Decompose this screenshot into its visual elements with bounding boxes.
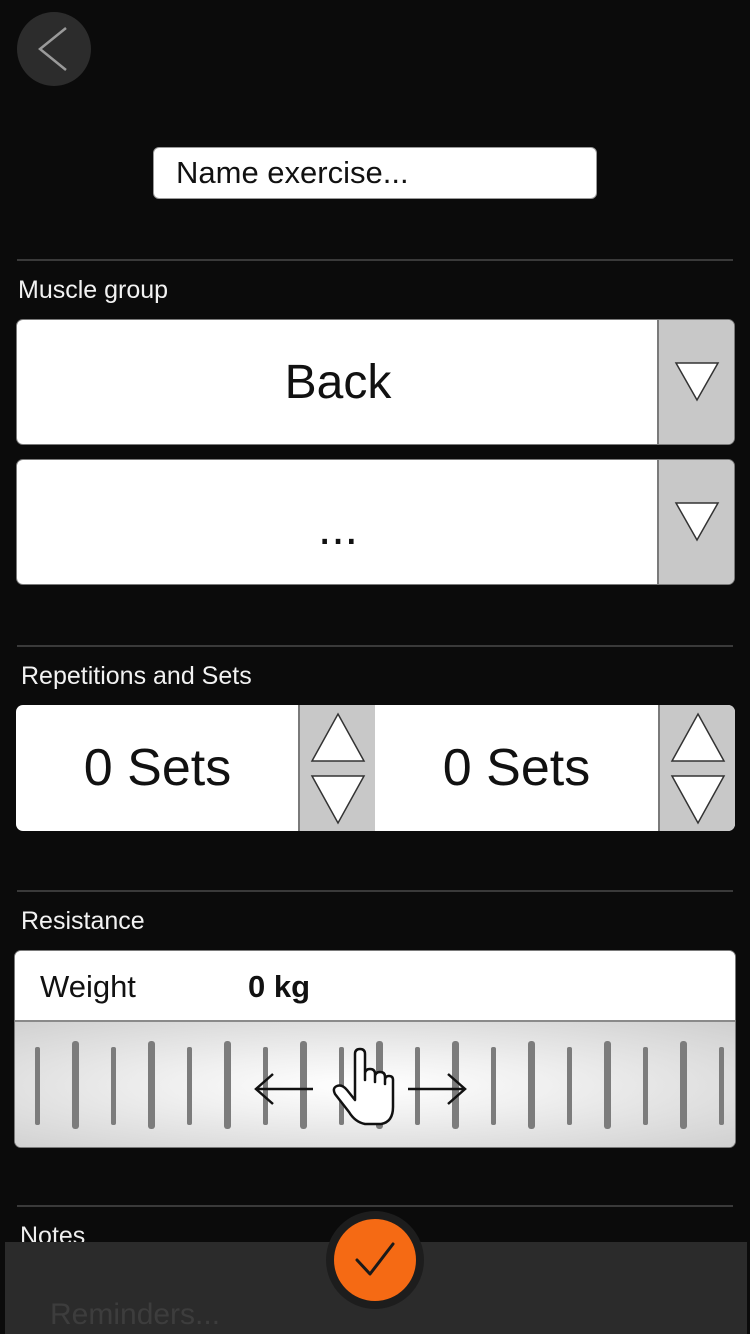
sub-muscle-dropdown[interactable]: ...: [16, 459, 735, 585]
back-button[interactable]: [17, 12, 91, 86]
muscle-group-label: Muscle group: [18, 276, 169, 304]
muscle-group-dropdown[interactable]: Back: [16, 319, 735, 445]
sets-right-decrement[interactable]: [660, 768, 735, 831]
triangle-down-icon: [310, 774, 365, 825]
triangle-down-icon: [674, 362, 719, 402]
checkmark-icon: [355, 1242, 395, 1276]
sets-left-arrows: [298, 705, 375, 831]
triangle-down-icon: [670, 774, 725, 825]
sub-muscle-value: ...: [317, 501, 358, 555]
triangle-down-icon: [674, 502, 719, 542]
reps-sets-label: Repetitions and Sets: [21, 662, 252, 690]
sets-right-value: 0 Sets: [442, 739, 591, 797]
confirm-button[interactable]: [334, 1219, 416, 1301]
sub-muscle-dropdown-toggle[interactable]: [657, 460, 734, 584]
divider: [17, 1205, 733, 1207]
sets-left-increment[interactable]: [300, 705, 375, 768]
slider-ticks: [35, 1041, 724, 1129]
add-exercise-screen: Muscle group Back ... Repetitions and Se…: [0, 0, 750, 1334]
weight-label: Weight: [40, 969, 136, 1004]
triangle-up-icon: [310, 711, 365, 762]
sets-stepper-right[interactable]: 0 Sets: [375, 705, 735, 831]
divider: [17, 890, 733, 892]
divider: [17, 259, 733, 261]
sets-left-decrement[interactable]: [300, 768, 375, 831]
confirm-button-ring: [326, 1211, 424, 1309]
resistance-card: Weight 0 kg: [14, 950, 736, 1148]
muscle-group-value: Back: [284, 355, 392, 409]
resistance-label: Resistance: [21, 907, 145, 935]
sets-stepper-left[interactable]: 0 Sets: [16, 705, 375, 831]
weight-slider[interactable]: [15, 1020, 735, 1147]
triangle-up-icon: [670, 711, 725, 762]
divider: [17, 645, 733, 647]
weight-row: Weight 0 kg: [15, 951, 735, 1020]
sets-left-value: 0 Sets: [83, 739, 232, 797]
sets-right-increment[interactable]: [660, 705, 735, 768]
weight-value: 0 kg: [248, 969, 311, 1004]
reminders-field[interactable]: Reminders...: [50, 1298, 220, 1332]
muscle-group-dropdown-toggle[interactable]: [657, 320, 734, 444]
sets-right-arrows: [658, 705, 735, 831]
exercise-name-input[interactable]: [153, 147, 597, 199]
chevron-left-icon: [38, 27, 67, 71]
